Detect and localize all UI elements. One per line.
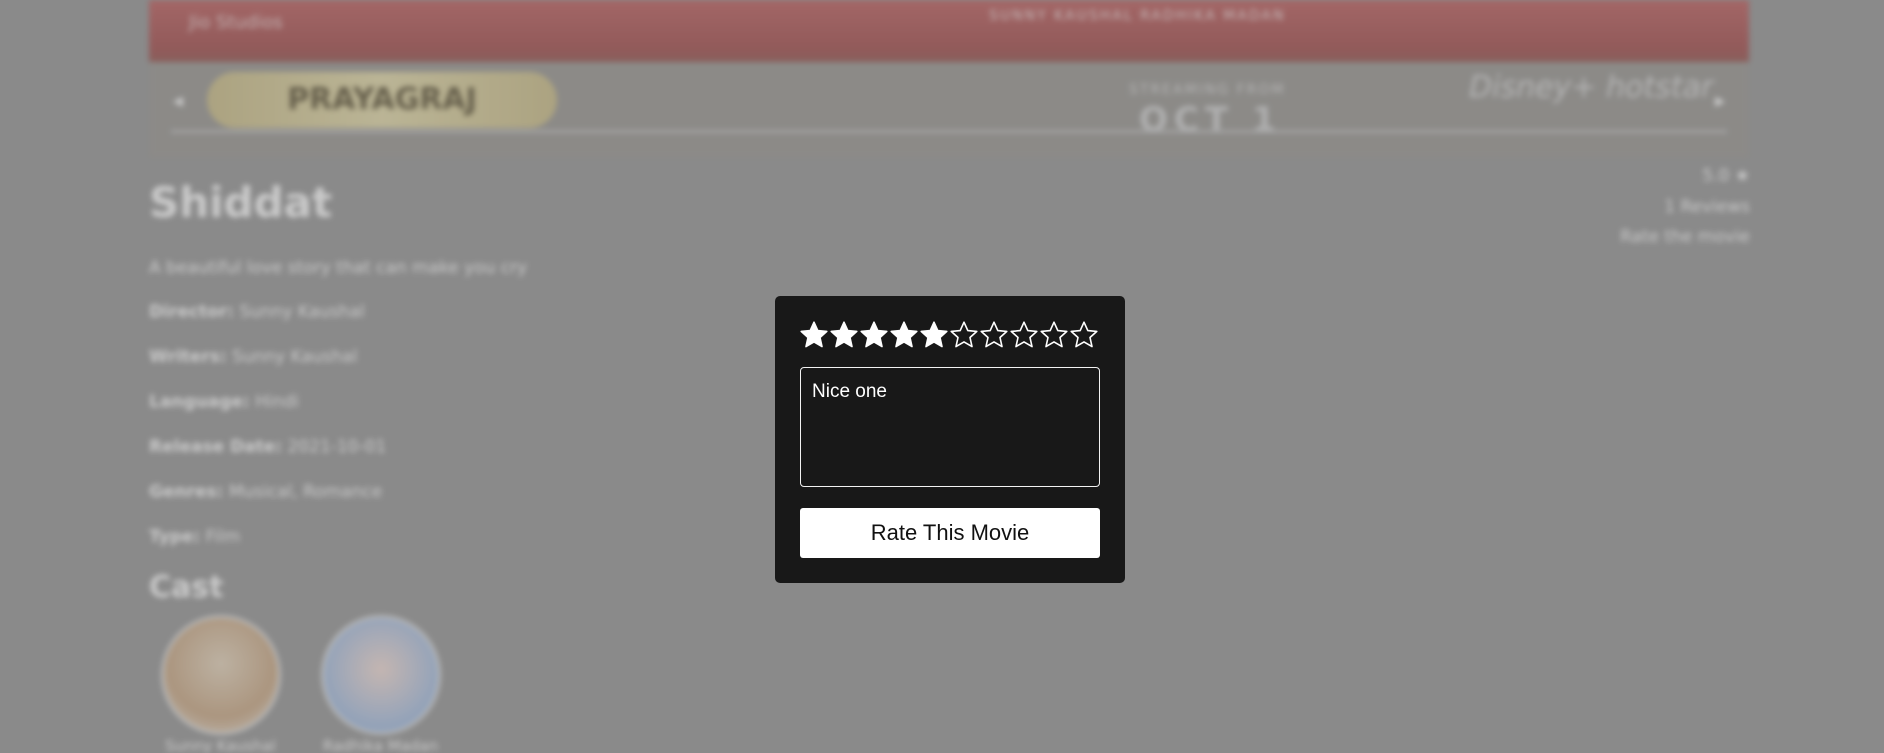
reviews-count[interactable]: 1 Reviews bbox=[1664, 197, 1750, 217]
star-empty-icon[interactable] bbox=[1069, 320, 1099, 350]
release-date-row: Release Date: 2021-10-01 bbox=[149, 437, 386, 457]
language-value: Hindi bbox=[255, 392, 299, 412]
hero-prev-arrow-icon[interactable]: ◂ bbox=[173, 88, 183, 112]
genres-label: Genres: bbox=[149, 482, 224, 502]
rate-movie-link[interactable]: Rate the movie bbox=[1620, 227, 1750, 247]
cast-photo[interactable] bbox=[320, 615, 441, 735]
star-rating[interactable] bbox=[799, 320, 1099, 352]
cast-card[interactable]: Radhika Madan bbox=[318, 615, 443, 753]
release-date-label: Release Date: bbox=[149, 437, 283, 457]
star-empty-icon[interactable] bbox=[979, 320, 1009, 350]
writers-label: Writers: bbox=[149, 347, 227, 367]
hero-streaming-text: STREAMING FROM bbox=[1129, 82, 1286, 98]
review-textarea[interactable]: Nice one bbox=[800, 367, 1100, 487]
average-rating: 5.0 ★ bbox=[1702, 166, 1750, 186]
genres-row: Genres: Musical, Romance bbox=[149, 482, 382, 502]
type-value: Film bbox=[205, 527, 241, 547]
hero-date: OCT 1 bbox=[1139, 100, 1282, 140]
release-date-value: 2021-10-01 bbox=[287, 437, 387, 457]
director-row: Director: Sunny Kaushal bbox=[149, 302, 365, 322]
rate-movie-button[interactable]: Rate This Movie bbox=[800, 508, 1100, 558]
hero-progress-bar bbox=[171, 130, 1727, 133]
hero-streaming-logo: Disney+ hotstar bbox=[1469, 70, 1714, 105]
genres-value[interactable]: Musical, Romance bbox=[229, 482, 382, 502]
star-empty-icon[interactable] bbox=[1039, 320, 1069, 350]
star-empty-icon[interactable] bbox=[1009, 320, 1039, 350]
director-label: Director: bbox=[149, 302, 234, 322]
cast-card[interactable]: Sunny Kaushal bbox=[158, 615, 283, 753]
star-filled-icon[interactable] bbox=[859, 320, 889, 350]
type-label: Type: bbox=[149, 527, 201, 547]
director-value[interactable]: Sunny Kaushal bbox=[239, 302, 364, 322]
language-label: Language: bbox=[149, 392, 250, 412]
hero-next-arrow-icon[interactable]: ▸ bbox=[1715, 88, 1725, 112]
writers-row: Writers: Sunny Kaushal bbox=[149, 347, 357, 367]
cast-name[interactable]: Radhika Madan bbox=[318, 737, 443, 753]
language-row: Language: Hindi bbox=[149, 392, 299, 412]
cast-photo[interactable] bbox=[160, 615, 281, 735]
star-empty-icon[interactable] bbox=[949, 320, 979, 350]
cast-name[interactable]: Sunny Kaushal bbox=[158, 737, 283, 753]
star-filled-icon[interactable] bbox=[829, 320, 859, 350]
star-filled-icon[interactable] bbox=[919, 320, 949, 350]
star-filled-icon[interactable] bbox=[889, 320, 919, 350]
hero-banner: Jio Studios SUNNY KAUSHAL RADHIKA MADAN … bbox=[149, 0, 1749, 158]
rating-modal: Nice one Rate This Movie bbox=[775, 296, 1125, 583]
cast-heading: Cast bbox=[149, 570, 224, 605]
type-row: Type: Film bbox=[149, 527, 240, 547]
writers-value[interactable]: Sunny Kaushal bbox=[232, 347, 357, 367]
hero-badge: PRAYAGRAJ bbox=[207, 72, 557, 128]
star-filled-icon[interactable] bbox=[799, 320, 829, 350]
movie-tagline: A beautiful love story that can make you… bbox=[149, 258, 528, 278]
hero-top-logo: Jio Studios bbox=[189, 12, 283, 33]
hero-top-text: SUNNY KAUSHAL RADHIKA MADAN bbox=[989, 8, 1286, 24]
movie-title: Shiddat bbox=[149, 178, 333, 227]
